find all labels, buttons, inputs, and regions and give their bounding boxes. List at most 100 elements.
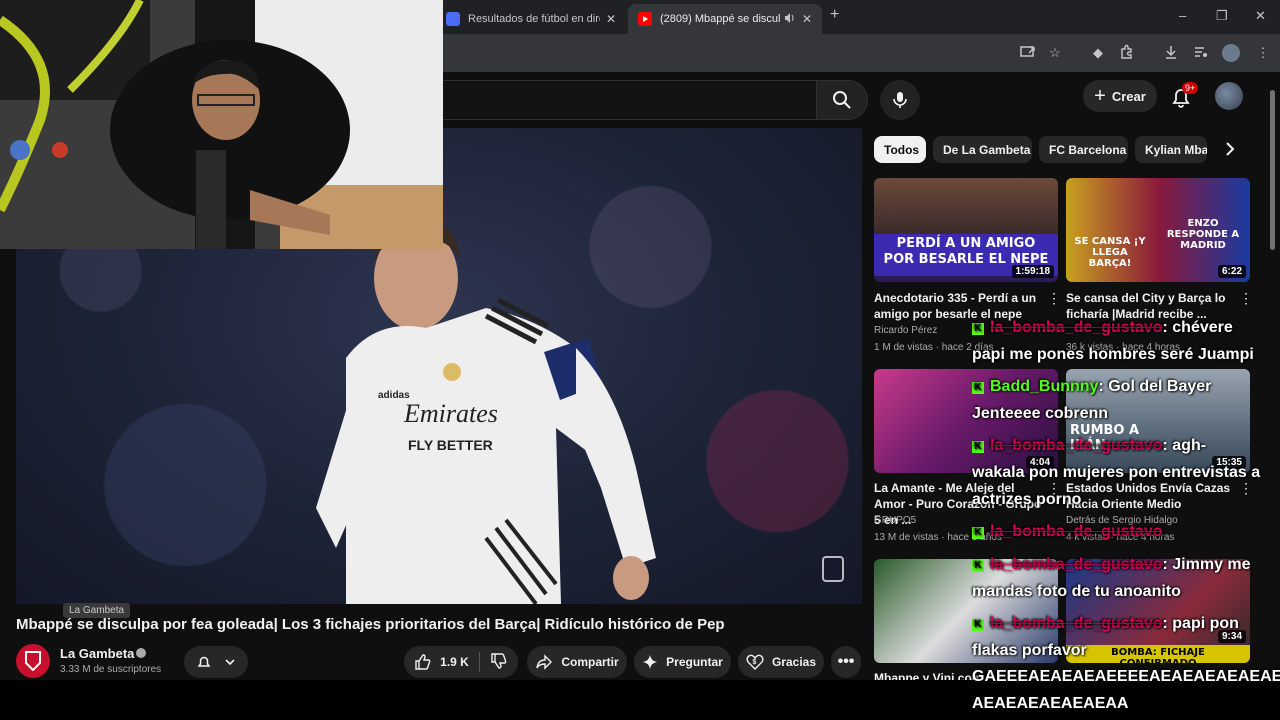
- thumbs-down-icon: [491, 652, 507, 669]
- download-icon[interactable]: [1162, 44, 1180, 62]
- kick-badge-icon: K: [972, 527, 984, 539]
- thumb-text: PERDÍ A UN AMIGO POR BESARLE EL NEPE: [883, 236, 1049, 267]
- chat-message: Kla_bomba_de_gustavo: chévere: [972, 319, 1233, 337]
- chat-username: la_bomba_de_gustavo: [990, 437, 1163, 454]
- chat-username: la_bomba_de_gustavo: [990, 523, 1163, 540]
- like-button[interactable]: [414, 653, 432, 671]
- close-window-button[interactable]: ✕: [1255, 8, 1266, 24]
- chat-message: K Badd_Bunnny: Gol del Bayer: [972, 378, 1211, 396]
- like-count: 1.9 K: [440, 655, 469, 669]
- extensions-puzzle-icon[interactable]: [1118, 44, 1136, 62]
- rec-channel: Ricardo Pérez: [874, 325, 938, 336]
- new-tab-button[interactable]: +: [830, 6, 839, 24]
- chat-line: wakala pon mujeres pon entrevistas a: [972, 464, 1261, 481]
- minimize-button[interactable]: –: [1179, 8, 1186, 23]
- maximize-button[interactable]: ❐: [1216, 8, 1228, 24]
- chat-username: la_bomba_de_gustavo: [990, 615, 1163, 632]
- chip-de-la-gambeta[interactable]: De La Gambeta: [933, 136, 1032, 163]
- thumb-text: BOMBA: FICHAJE CONFIRMADO: [1111, 647, 1205, 663]
- chat-message: Kla_bomba_de_gustavo: [972, 523, 1163, 541]
- chip-fc-barcelona[interactable]: FC Barcelona: [1039, 136, 1128, 163]
- tab-close-icon[interactable]: ✕: [606, 12, 616, 26]
- chip-todos[interactable]: Todos: [874, 136, 926, 163]
- voice-search-button[interactable]: [880, 80, 920, 120]
- chat-text: : agh-: [1162, 437, 1207, 454]
- share-button[interactable]: Compartir: [527, 646, 627, 678]
- chat-username: la_bomba_de_gustavo: [990, 556, 1163, 573]
- rec-thumbnail[interactable]: BOMBA: FICHAJE CONFIRMADO 9:34: [1066, 559, 1250, 663]
- sparkle-icon: [643, 655, 658, 669]
- share-label: Compartir: [561, 655, 619, 669]
- scrollbar[interactable]: [1270, 90, 1275, 250]
- bell-icon: [197, 656, 211, 667]
- share-icon: [536, 654, 553, 670]
- jersey-sponsor-sub: FLY BETTER: [408, 437, 493, 453]
- browser-menu-icon[interactable]: ⋮: [1254, 44, 1272, 62]
- kick-badge-icon: K: [972, 619, 984, 631]
- kick-badge-icon: K: [972, 323, 984, 335]
- chat-text: : Gol del Bayer: [1098, 378, 1212, 395]
- chevron-down-icon: [225, 659, 235, 666]
- notification-badge: 9+: [1182, 82, 1199, 94]
- channel-name[interactable]: La Gambeta: [60, 646, 134, 661]
- chat-line: AEAEAEAEAEAEAA: [972, 695, 1129, 712]
- rec-thumbnail[interactable]: SE CANSA ¡Y LLEGA BARÇA! ENZO RESPONDE A…: [1066, 178, 1250, 282]
- chat-line: GAEEEAEAEAEAEEEEAEAEAEAEAEAE: [972, 668, 1280, 685]
- chat-line: Jenteeee cobrenn: [972, 405, 1109, 422]
- channel-tooltip: La Gambeta: [63, 603, 131, 618]
- chat-line: actrizes porno: [972, 491, 1082, 508]
- tab-resultados[interactable]: Resultados de fútbol en directo ✕: [436, 4, 626, 34]
- chat-text: : papi pon: [1162, 615, 1239, 632]
- search-button[interactable]: [816, 80, 868, 120]
- chevron-right-icon[interactable]: [1222, 141, 1238, 157]
- rec-title[interactable]: Se cansa del City y Barça lo ficharía |M…: [1066, 290, 1236, 322]
- channel-watermark-icon[interactable]: [822, 556, 844, 582]
- kick-badge-icon: K: [972, 441, 984, 453]
- thanks-label: Gracias: [771, 655, 817, 669]
- kick-badge-icon: K: [972, 560, 984, 572]
- tab-youtube-active[interactable]: (2809) Mbappé se disculpa ✕: [628, 4, 822, 34]
- tab-title: Resultados de fútbol en directo: [468, 13, 600, 25]
- thanks-button[interactable]: $ Gracias: [738, 646, 824, 678]
- super-thanks-icon: $: [746, 654, 764, 670]
- rec-title[interactable]: Anecdotario 335 - Perdí a un amigo por b…: [874, 290, 1044, 322]
- webcam-scene: [0, 0, 443, 249]
- media-control-icon[interactable]: [1192, 44, 1210, 62]
- chat-message: Kla_bomba_de_gustavo: Jimmy me: [972, 556, 1251, 574]
- ask-label: Preguntar: [666, 655, 723, 669]
- thumb-text-right: ENZO RESPONDE A MADRID: [1166, 218, 1240, 251]
- speaker-icon[interactable]: [784, 12, 796, 27]
- more-vert-icon[interactable]: ⋮: [1047, 290, 1061, 307]
- more-vert-icon[interactable]: ⋮: [1239, 480, 1253, 497]
- create-button[interactable]: + Crear: [1083, 80, 1157, 112]
- verified-check-icon: [136, 648, 146, 658]
- chat-line: flakas porfavor: [972, 642, 1087, 659]
- install-app-icon[interactable]: [1019, 44, 1037, 62]
- extension-diamond-icon[interactable]: ◆: [1089, 44, 1107, 62]
- chip-kylian-mbappe[interactable]: Kylian Mbappé: [1135, 136, 1207, 163]
- tab-title: (2809) Mbappé se disculpa: [660, 13, 780, 25]
- profile-avatar[interactable]: [1222, 44, 1240, 62]
- dislike-button[interactable]: [490, 652, 508, 673]
- search-icon: [833, 91, 851, 109]
- more-actions-button[interactable]: •••: [831, 646, 861, 678]
- screen: { "browser": { "tabs": [ {"title": "Resu…: [0, 0, 1280, 720]
- kick-badge-icon: K: [972, 382, 984, 394]
- channel-avatar[interactable]: [16, 644, 50, 678]
- subscriber-count: 3.33 M de suscriptores: [60, 664, 162, 675]
- tab-close-icon[interactable]: ✕: [802, 12, 812, 26]
- tab-favicon-icon: [446, 12, 460, 26]
- account-avatar[interactable]: [1215, 82, 1243, 110]
- bookmark-star-icon[interactable]: ☆: [1046, 44, 1064, 62]
- ask-button[interactable]: Preguntar: [634, 646, 731, 678]
- create-label: Crear: [1111, 88, 1146, 104]
- microphone-icon: [893, 92, 907, 108]
- more-vert-icon[interactable]: ⋮: [1239, 290, 1253, 307]
- rec-thumbnail[interactable]: PERDÍ A UN AMIGO POR BESARLE EL NEPE 1:5…: [874, 178, 1058, 282]
- duration-badge: 1:59:18: [1011, 265, 1054, 278]
- subscription-bell-button[interactable]: [184, 646, 248, 678]
- svg-text:$: $: [752, 659, 756, 666]
- like-divider: [478, 652, 480, 672]
- rec-title[interactable]: Estados Unidos Envía Cazas Hacia Oriente…: [1066, 480, 1236, 512]
- video-title: Mbappé se disculpa por fea goleada| Los …: [16, 616, 725, 633]
